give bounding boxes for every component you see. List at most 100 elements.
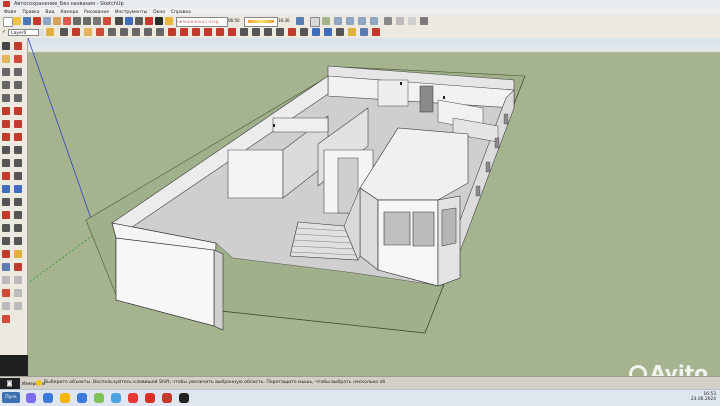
scale-tool-icon[interactable]	[2, 133, 10, 141]
pan-icon[interactable]	[125, 17, 133, 25]
left-view-icon[interactable]	[370, 17, 378, 25]
layer-visible-check-icon[interactable]: ✓	[2, 29, 6, 36]
back-view-icon[interactable]	[358, 17, 366, 25]
follow-me-icon[interactable]	[204, 28, 212, 36]
scale-icon[interactable]	[216, 28, 224, 36]
make-component-icon[interactable]	[72, 28, 80, 36]
taskbar-app-4-icon[interactable]	[94, 393, 104, 403]
fog-toggle-icon[interactable]	[165, 17, 173, 25]
rotate-tool-icon[interactable]	[2, 120, 10, 128]
move-icon[interactable]	[180, 28, 188, 36]
3d-text-icon[interactable]	[300, 28, 308, 36]
section-plane-icon[interactable]	[14, 237, 22, 245]
polygon-tool-icon[interactable]	[2, 94, 10, 102]
component-icon[interactable]	[14, 42, 22, 50]
layer-manager-icon[interactable]	[46, 28, 54, 36]
taskbar-app-2-icon[interactable]	[43, 393, 53, 403]
zoom-side-icon[interactable]	[2, 198, 10, 206]
previous-view-icon[interactable]	[14, 211, 22, 219]
save-icon[interactable]	[23, 17, 31, 25]
taskbar-skype-icon[interactable]	[111, 393, 121, 403]
offset-tool-icon[interactable]	[14, 133, 22, 141]
rotate-icon[interactable]	[192, 28, 200, 36]
axes-icon[interactable]	[288, 28, 296, 36]
taskbar-yandex-icon[interactable]	[145, 393, 155, 403]
taskbar-sketchup-icon[interactable]	[162, 393, 172, 403]
wireframe-style-icon[interactable]	[396, 17, 404, 25]
zoom-extents-side-icon[interactable]	[2, 211, 10, 219]
select-arrow-icon[interactable]	[2, 42, 10, 50]
position-camera-icon[interactable]	[2, 224, 10, 232]
layer-select[interactable]: Layer0	[8, 29, 41, 36]
erase-icon[interactable]	[63, 17, 71, 25]
camera-icon[interactable]: ◙	[4, 380, 15, 388]
styles-side-icon[interactable]	[2, 276, 10, 284]
paint-bucket-icon[interactable]	[84, 28, 92, 36]
shaded-style-icon[interactable]	[420, 17, 428, 25]
3dtext-tool-icon[interactable]	[14, 172, 22, 180]
home-view-icon[interactable]	[310, 17, 320, 27]
text-label-tool-icon[interactable]	[14, 159, 22, 167]
share-side-icon[interactable]	[2, 263, 10, 271]
pan-tool-icon[interactable]	[324, 28, 332, 36]
warehouse-side-icon[interactable]	[14, 250, 22, 258]
iso-view-icon[interactable]	[296, 17, 304, 25]
extension-icon[interactable]	[372, 28, 380, 36]
zoom-window-icon[interactable]	[14, 198, 22, 206]
axes-tool-icon[interactable]	[2, 172, 10, 180]
xray-style-icon[interactable]	[384, 17, 392, 25]
open-folder-icon[interactable]	[13, 17, 21, 25]
orbit-tool-icon[interactable]	[312, 28, 320, 36]
shadow-time-slider[interactable]	[244, 17, 278, 27]
misc2-side-icon[interactable]	[2, 302, 10, 310]
pushpull-tool-icon[interactable]	[14, 107, 22, 115]
tape-measure-icon[interactable]	[240, 28, 248, 36]
help-icon[interactable]	[36, 380, 42, 386]
circle-icon[interactable]	[132, 28, 140, 36]
orbit-icon[interactable]	[115, 17, 123, 25]
eraser-tool-icon[interactable]	[14, 55, 22, 63]
print-icon[interactable]	[93, 17, 101, 25]
polygon-icon[interactable]	[156, 28, 164, 36]
extension-side-icon[interactable]	[14, 263, 22, 271]
taskbar-folder-icon[interactable]	[60, 393, 70, 403]
select-tool-icon[interactable]	[60, 28, 68, 36]
new-file-icon[interactable]	[3, 17, 13, 27]
dimension-tool-icon[interactable]	[14, 146, 22, 154]
redo-icon[interactable]	[83, 17, 91, 25]
zoom-icon[interactable]	[135, 17, 143, 25]
chevron-down-icon[interactable]	[38, 29, 44, 36]
offset-icon[interactable]	[228, 28, 236, 36]
line-icon[interactable]	[120, 28, 128, 36]
shadow-date-slider[interactable]: I Ф М А М И И А С О Н Д	[176, 17, 228, 27]
shadows-toggle-icon[interactable]	[155, 17, 163, 25]
misc4-side-icon[interactable]	[2, 315, 10, 323]
protractor-tool-icon[interactable]	[2, 159, 10, 167]
protractor-icon[interactable]	[264, 28, 272, 36]
arc-icon[interactable]	[144, 28, 152, 36]
taskbar-browser-icon[interactable]	[128, 393, 138, 403]
freehand-tool-icon[interactable]	[14, 94, 22, 102]
circle-tool-icon[interactable]	[2, 81, 10, 89]
line-tool-icon[interactable]	[14, 68, 22, 76]
front-view-icon[interactable]	[334, 17, 342, 25]
taskbar-record-icon[interactable]	[179, 393, 189, 403]
tape-tool-icon[interactable]	[2, 146, 10, 154]
orbit-side-icon[interactable]	[2, 185, 10, 193]
sandbox-icon[interactable]	[2, 250, 10, 258]
taskbar-app-1-icon[interactable]	[26, 393, 36, 403]
zoom-tool-icon[interactable]	[336, 28, 344, 36]
rectangle-icon[interactable]	[108, 28, 116, 36]
layers-side-icon[interactable]	[14, 276, 22, 284]
top-view-icon[interactable]	[322, 17, 330, 25]
text-tool-icon[interactable]	[276, 28, 284, 36]
misc3-side-icon[interactable]	[14, 302, 22, 310]
taskbar-app-3-icon[interactable]	[77, 393, 87, 403]
paste-icon[interactable]	[53, 17, 61, 25]
look-around-icon[interactable]	[2, 237, 10, 245]
right-view-icon[interactable]	[346, 17, 354, 25]
undo-icon[interactable]	[73, 17, 81, 25]
cut-icon[interactable]	[33, 17, 41, 25]
pan-side-icon[interactable]	[14, 185, 22, 193]
copy-icon[interactable]	[43, 17, 51, 25]
